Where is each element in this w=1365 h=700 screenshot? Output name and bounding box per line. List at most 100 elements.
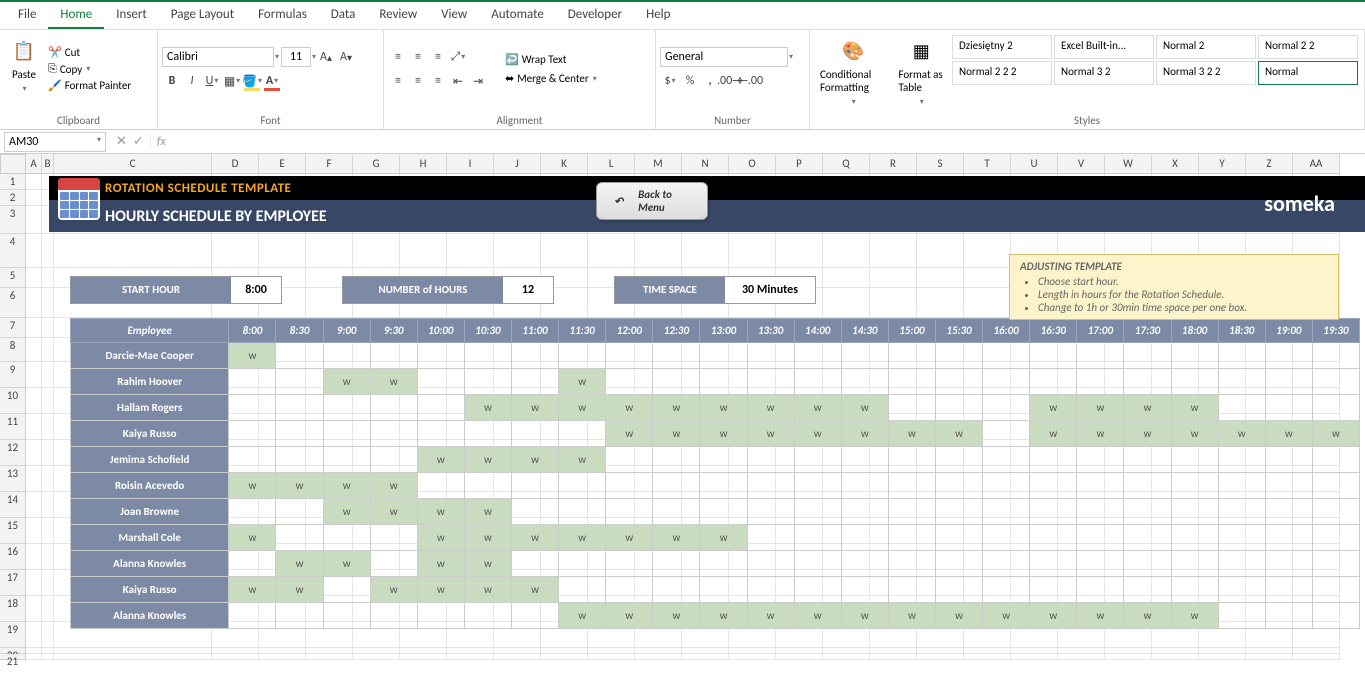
schedule-cell[interactable]: w <box>370 577 417 603</box>
schedule-cell[interactable] <box>417 395 464 421</box>
schedule-cell[interactable] <box>841 473 888 499</box>
row-headers[interactable]: 123456789101112131415161718192021 <box>0 174 26 660</box>
row-header[interactable]: 7 <box>0 318 26 338</box>
schedule-cell[interactable] <box>229 395 276 421</box>
schedule-cell[interactable]: w <box>841 421 888 447</box>
column-header[interactable]: C <box>54 154 212 174</box>
style-cell[interactable]: Normal 2 2 <box>1258 35 1358 59</box>
schedule-cell[interactable] <box>888 577 935 603</box>
border-button[interactable]: ▦ ▾ <box>222 71 242 91</box>
schedule-cell[interactable] <box>606 577 653 603</box>
schedule-cell[interactable]: w <box>276 473 323 499</box>
schedule-cell[interactable] <box>1077 447 1124 473</box>
schedule-cell[interactable]: w <box>370 473 417 499</box>
table-row[interactable]: Roisin Acevedowwww <box>71 473 1360 499</box>
table-row[interactable]: Marshall Colewwwwwwww <box>71 525 1360 551</box>
schedule-cell[interactable] <box>276 499 323 525</box>
schedule-cell[interactable]: w <box>700 525 747 551</box>
schedule-cell[interactable] <box>1124 447 1171 473</box>
table-row[interactable]: Jemima Schofieldwwww <box>71 447 1360 473</box>
schedule-cell[interactable] <box>983 577 1030 603</box>
schedule-cell[interactable] <box>888 343 935 369</box>
schedule-cell[interactable] <box>794 343 841 369</box>
menu-item-automate[interactable]: Automate <box>479 2 556 29</box>
schedule-cell[interactable] <box>1077 499 1124 525</box>
schedule-cell[interactable]: w <box>1124 421 1171 447</box>
schedule-cell[interactable]: w <box>323 551 370 577</box>
table-row[interactable]: Joan Brownewwww <box>71 499 1360 525</box>
schedule-cell[interactable] <box>229 603 276 629</box>
schedule-cell[interactable] <box>700 343 747 369</box>
schedule-cell[interactable] <box>606 369 653 395</box>
schedule-cell[interactable] <box>653 499 700 525</box>
enter-formula-button[interactable]: ✓ <box>133 134 144 149</box>
schedule-cell[interactable]: w <box>464 395 511 421</box>
style-cell[interactable]: Dziesiętny 2 <box>952 35 1052 59</box>
format-painter-button[interactable]: 🖌️ Format Painter <box>44 78 135 93</box>
schedule-cell[interactable] <box>1171 447 1218 473</box>
schedule-cell[interactable] <box>1312 369 1359 395</box>
table-row[interactable]: Kaiya Russowwwwww <box>71 577 1360 603</box>
row-header[interactable]: 15 <box>0 518 26 544</box>
schedule-cell[interactable] <box>841 343 888 369</box>
table-row[interactable]: Hallam Rogerswwwwwwwwwwwww <box>71 395 1360 421</box>
style-cell[interactable]: Normal 3 2 <box>1054 61 1154 85</box>
column-header[interactable]: J <box>494 154 541 174</box>
paste-button[interactable]: 📋 Paste▾ <box>4 33 44 98</box>
column-header[interactable]: D <box>212 154 259 174</box>
schedule-cell[interactable]: w <box>794 395 841 421</box>
schedule-cell[interactable]: w <box>229 343 276 369</box>
schedule-cell[interactable] <box>653 447 700 473</box>
schedule-cell[interactable]: w <box>794 421 841 447</box>
schedule-cell[interactable]: w <box>276 551 323 577</box>
schedule-cell[interactable] <box>1218 499 1265 525</box>
schedule-cell[interactable] <box>983 499 1030 525</box>
schedule-cell[interactable] <box>700 551 747 577</box>
schedule-cell[interactable]: w <box>1124 395 1171 421</box>
schedule-cell[interactable] <box>936 577 983 603</box>
cut-button[interactable]: ✂️ Cut <box>44 45 135 60</box>
schedule-cell[interactable] <box>653 551 700 577</box>
schedule-cell[interactable]: w <box>464 499 511 525</box>
schedule-cell[interactable] <box>1218 525 1265 551</box>
schedule-cell[interactable] <box>936 499 983 525</box>
schedule-cell[interactable] <box>229 447 276 473</box>
schedule-cell[interactable]: w <box>1030 395 1077 421</box>
column-header[interactable]: H <box>400 154 447 174</box>
schedule-cell[interactable]: w <box>417 499 464 525</box>
start-hour-input[interactable]: 8:00 <box>231 277 281 303</box>
schedule-cell[interactable] <box>841 369 888 395</box>
indent-decrease-button[interactable]: ⇤ <box>448 71 468 91</box>
schedule-cell[interactable]: w <box>1077 603 1124 629</box>
schedule-cell[interactable] <box>1124 577 1171 603</box>
schedule-cell[interactable]: w <box>417 551 464 577</box>
style-cell[interactable]: Normal 3 2 2 <box>1156 61 1256 85</box>
schedule-cell[interactable] <box>1218 577 1265 603</box>
schedule-cell[interactable] <box>370 421 417 447</box>
schedule-cell[interactable]: w <box>464 577 511 603</box>
schedule-cell[interactable] <box>841 499 888 525</box>
schedule-cell[interactable]: w <box>417 447 464 473</box>
schedule-cell[interactable] <box>1124 525 1171 551</box>
align-middle-button[interactable]: ≡ <box>408 47 428 67</box>
schedule-cell[interactable] <box>700 473 747 499</box>
menu-item-file[interactable]: File <box>6 2 48 29</box>
schedule-cell[interactable]: w <box>653 525 700 551</box>
schedule-cell[interactable] <box>794 369 841 395</box>
schedule-cell[interactable] <box>1030 551 1077 577</box>
schedule-cell[interactable] <box>1312 447 1359 473</box>
align-bottom-button[interactable]: ≡ <box>428 47 448 67</box>
schedule-cell[interactable]: w <box>653 421 700 447</box>
schedule-cell[interactable] <box>1265 447 1312 473</box>
schedule-cell[interactable] <box>936 369 983 395</box>
schedule-cell[interactable] <box>1218 369 1265 395</box>
schedule-cell[interactable] <box>1124 343 1171 369</box>
schedule-cell[interactable] <box>1312 551 1359 577</box>
schedule-cell[interactable] <box>1171 577 1218 603</box>
schedule-cell[interactable]: w <box>1171 395 1218 421</box>
schedule-cell[interactable] <box>1218 343 1265 369</box>
schedule-cell[interactable] <box>370 447 417 473</box>
schedule-cell[interactable] <box>323 603 370 629</box>
schedule-cell[interactable]: w <box>606 603 653 629</box>
schedule-cell[interactable] <box>417 343 464 369</box>
